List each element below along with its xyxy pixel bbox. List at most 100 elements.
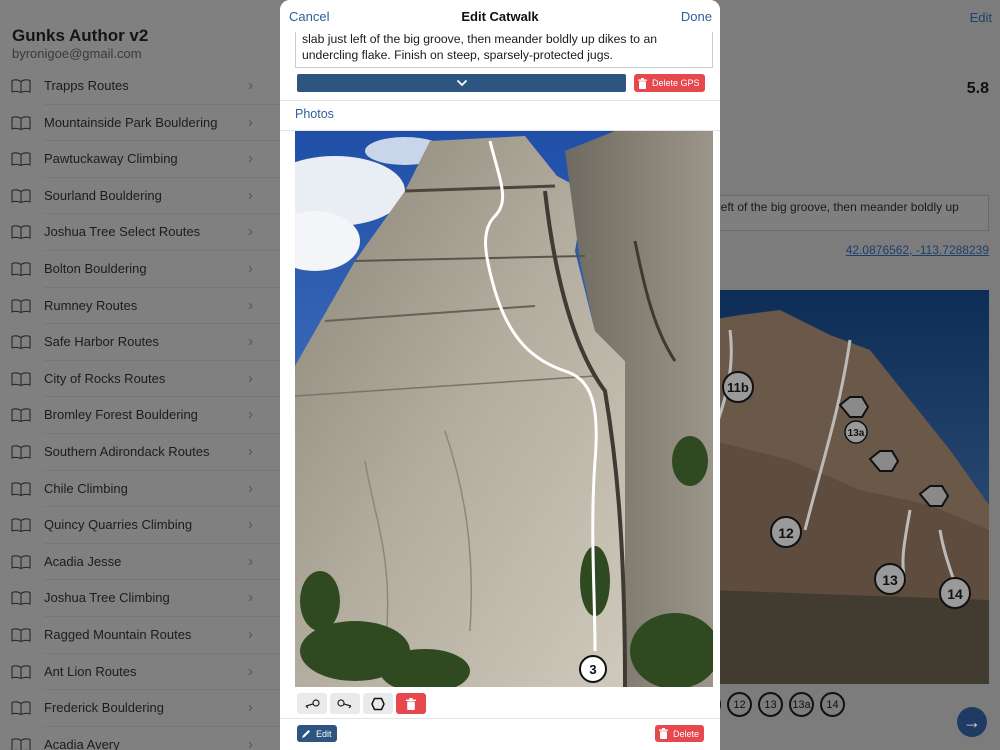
sidebar-item-label: Quincy Quarries Climbing: [44, 517, 193, 533]
route-grade: 5.8: [966, 80, 989, 97]
anchor-tool[interactable]: [363, 693, 393, 714]
sidebar-item-label: Bromley Forest Bouldering: [44, 407, 198, 423]
book-icon: [11, 152, 31, 167]
sidebar-item[interactable]: Acadia Jesse ›: [0, 544, 280, 581]
route-chip[interactable]: 13: [758, 692, 783, 717]
sidebar-item[interactable]: Pawtuckaway Climbing ›: [0, 141, 280, 178]
chevron-right-icon: ›: [248, 223, 253, 241]
gps-coordinates-link[interactable]: 42.0876562, -113.7288239: [846, 243, 989, 257]
sidebar-item[interactable]: Ragged Mountain Routes ›: [0, 617, 280, 654]
route-chip[interactable]: 13a: [789, 692, 814, 717]
detail-edit-button[interactable]: Edit: [970, 10, 992, 25]
sidebar-item[interactable]: Acadia Avery ›: [0, 727, 280, 750]
sidebar-item[interactable]: Sourland Bouldering ›: [0, 178, 280, 215]
route-marker[interactable]: 13: [882, 572, 898, 588]
sidebar-item[interactable]: City of Rocks Routes ›: [0, 361, 280, 398]
delete-gps-button[interactable]: Delete GPS: [634, 74, 705, 92]
book-icon: [11, 408, 31, 423]
book-icon: [11, 628, 31, 642]
sidebar-item-label: Pawtuckaway Climbing: [44, 151, 178, 167]
sidebar-item-label: Ant Lion Routes: [44, 663, 137, 679]
line-start-icon: [305, 698, 320, 708]
sidebar-item[interactable]: Joshua Tree Climbing ›: [0, 580, 280, 617]
book-icon: [11, 555, 31, 569]
sidebar-item-label: Chile Climbing: [44, 480, 128, 496]
chevron-right-icon: ›: [248, 406, 253, 424]
route-marker[interactable]: 14: [947, 586, 963, 602]
chevron-right-icon: ›: [248, 552, 253, 570]
chevron-right-icon: ›: [248, 662, 253, 680]
delete-photo-label: Delete: [673, 728, 700, 739]
sidebar-item[interactable]: Joshua Tree Select Routes ›: [0, 214, 280, 251]
chevron-right-icon: ›: [248, 77, 253, 94]
trash-icon: [406, 697, 416, 710]
book-icon: [11, 664, 31, 679]
done-button[interactable]: Done: [681, 9, 712, 24]
sidebar-item-label: Bolton Bouldering: [44, 260, 147, 276]
book-icon: [11, 335, 31, 350]
pencil-icon: [302, 729, 310, 738]
book-icon: [11, 518, 31, 533]
book-icon: [11, 481, 31, 496]
route-photo[interactable]: 3: [295, 131, 713, 687]
sidebar-item[interactable]: Quincy Quarries Climbing ›: [0, 507, 280, 544]
sidebar-item-label: Trapps Routes: [44, 78, 129, 93]
delete-photo-button[interactable]: Delete: [655, 725, 704, 742]
sidebar-item[interactable]: Rumney Routes ›: [0, 288, 280, 325]
chevron-right-icon: ›: [248, 699, 253, 717]
hexagon-icon: [371, 697, 385, 710]
sidebar-item[interactable]: Chile Climbing ›: [0, 471, 280, 508]
chevron-right-icon: ›: [248, 296, 253, 314]
app-title: Gunks Author v2: [12, 26, 149, 45]
route-marker[interactable]: 12: [778, 525, 794, 541]
chevron-right-icon: ›: [248, 186, 253, 204]
chevron-right-icon: ›: [248, 113, 253, 131]
modal-title: Edit Catwalk: [461, 9, 539, 24]
sidebar-item-label: Frederick Bouldering: [44, 700, 164, 716]
sidebar-item[interactable]: Trapps Routes ›: [0, 68, 280, 105]
chevron-right-icon: ›: [248, 735, 253, 750]
sidebar-item[interactable]: Safe Harbor Routes ›: [0, 324, 280, 361]
route-chip[interactable]: 12: [727, 692, 752, 717]
sidebar-item[interactable]: Southern Adirondack Routes ›: [0, 434, 280, 471]
arrow-right-icon: →: [963, 711, 981, 732]
chevron-right-icon: ›: [248, 589, 253, 607]
detail-description: left of the big groove, then meander bol…: [710, 195, 989, 231]
delete-photo-annotation-button[interactable]: [396, 693, 426, 714]
route-marker[interactable]: 3: [589, 662, 596, 677]
photos-section-label: Photos: [295, 107, 334, 121]
chevron-right-icon: ›: [248, 625, 253, 643]
line-start-tool[interactable]: [297, 693, 327, 714]
book-icon: [11, 115, 31, 130]
divider: [280, 100, 720, 101]
sidebar-item-label: Sourland Bouldering: [44, 187, 162, 203]
sidebar-item-label: Rumney Routes: [44, 297, 138, 313]
chevron-down-icon: [456, 79, 467, 87]
chevron-right-icon: ›: [248, 442, 253, 460]
route-marker[interactable]: 11b: [727, 380, 749, 395]
sidebar-item-label: Joshua Tree Select Routes: [44, 224, 201, 240]
account-email: byronigoe@gmail.com: [12, 46, 142, 61]
book-icon: [11, 262, 31, 276]
sidebar-item[interactable]: Ant Lion Routes ›: [0, 654, 280, 691]
book-icon: [11, 445, 31, 459]
next-button[interactable]: →: [957, 707, 987, 737]
divider: [280, 718, 720, 719]
book-icon: [11, 372, 31, 386]
chevron-right-icon: ›: [248, 150, 253, 168]
sidebar-item-label: Joshua Tree Climbing: [44, 590, 170, 606]
sidebar-item[interactable]: Bromley Forest Bouldering ›: [0, 397, 280, 434]
route-chip[interactable]: 14: [820, 692, 845, 717]
line-end-tool[interactable]: [330, 693, 360, 714]
sidebar-item[interactable]: Bolton Bouldering ›: [0, 251, 280, 288]
sidebar-item-label: Ragged Mountain Routes: [44, 626, 192, 642]
sidebar-item[interactable]: Frederick Bouldering ›: [0, 690, 280, 727]
route-marker[interactable]: 13a: [848, 428, 865, 439]
detail-route-photo[interactable]: 11b 13a 12 13 14: [710, 290, 989, 684]
sidebar-item[interactable]: Mountainside Park Bouldering ›: [0, 105, 280, 142]
edit-route-modal: slab just left of the big groove, then m…: [280, 0, 720, 750]
edit-photo-button[interactable]: Edit: [297, 725, 337, 742]
book-icon: [11, 701, 31, 716]
gps-dropdown[interactable]: [297, 74, 626, 92]
chevron-right-icon: ›: [248, 516, 253, 534]
